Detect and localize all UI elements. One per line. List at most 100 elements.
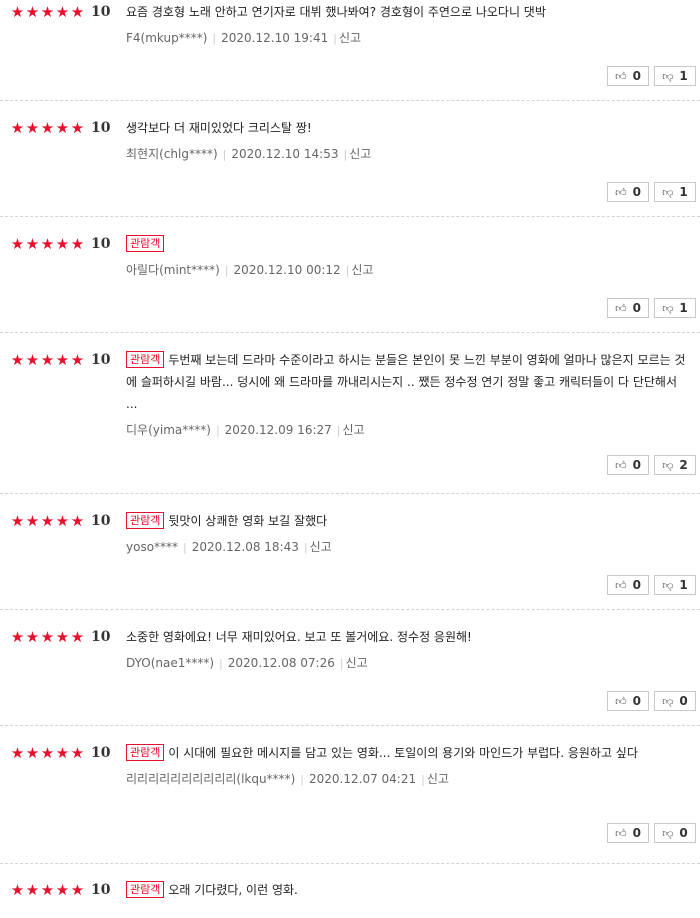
star-icon: ★ — [40, 351, 55, 369]
star-icon: ★ — [10, 235, 25, 253]
thumbs-down-icon: 👎︎ — [662, 185, 674, 199]
vote-buttons: 👍︎ 0 👎︎ 1 — [607, 298, 696, 318]
star-icon: ★ — [70, 235, 85, 253]
divider: | — [303, 541, 308, 554]
thumbs-up-icon: 👍︎ — [615, 578, 627, 592]
review-date: 2020.12.09 16:27 — [224, 423, 332, 437]
thumbs-up-icon: 👍︎ — [615, 826, 627, 840]
star-icon: ★ — [25, 235, 40, 253]
review-date: 2020.12.10 19:41 — [221, 31, 329, 45]
star-icon: ★ — [25, 119, 40, 137]
star-icon: ★ — [70, 351, 85, 369]
star-icon: ★ — [70, 512, 85, 530]
report-link[interactable]: 신고 — [346, 656, 368, 670]
report-link[interactable]: 신고 — [342, 423, 364, 437]
reviewer-name[interactable]: 최현지(chlg****) — [126, 147, 218, 161]
report-link[interactable]: 신고 — [339, 31, 361, 45]
reviewer-name[interactable]: DYO(nae1****) — [126, 656, 214, 670]
like-count: 0 — [632, 578, 641, 592]
star-icon: ★ — [25, 881, 40, 899]
rating-score: 10 — [91, 236, 111, 252]
report-link[interactable]: 신고 — [351, 263, 373, 277]
review-comment: 요즘 경호형 노래 안하고 연기자로 대뷔 했나봐여? 경호형이 주연으로 나오… — [126, 5, 546, 19]
review-meta: 디우(yima****) | 2020.12.09 16:27 | 신고 — [126, 423, 692, 438]
dislike-button[interactable]: 👎︎ 2 — [654, 455, 696, 475]
like-button[interactable]: 👍︎ 0 — [607, 575, 649, 595]
star-icon: ★ — [55, 235, 70, 253]
dislike-count: 1 — [679, 301, 688, 315]
rating-score: 10 — [91, 629, 111, 645]
star-icon: ★ — [40, 235, 55, 253]
report-link[interactable]: 신고 — [427, 772, 449, 786]
star-icon: ★ — [40, 119, 55, 137]
dislike-button[interactable]: 👎︎ 0 — [654, 823, 696, 843]
review-comment: 오래 기다렸다, 이런 영화. — [168, 883, 298, 897]
dislike-button[interactable]: 👎︎ 1 — [654, 66, 696, 86]
divider: | — [339, 657, 344, 670]
star-icon: ★ — [40, 881, 55, 899]
rating-score: 10 — [91, 120, 111, 136]
reviewer-name[interactable]: yoso**** — [126, 540, 178, 554]
report-link[interactable]: 신고 — [349, 147, 371, 161]
review-meta: 최현지(chlg****) | 2020.12.10 14:53 | 신고 — [126, 147, 692, 162]
report-link[interactable]: 신고 — [310, 540, 332, 554]
review-text: 관람객 뒷맛이 상쾌한 영화 보길 잘했다 — [126, 510, 692, 532]
viewer-badge: 관람객 — [126, 351, 165, 368]
like-button[interactable]: 👍︎ 0 — [607, 66, 649, 86]
review-comment: 생각보다 더 재미있었다 크리스탈 짱! — [126, 121, 312, 135]
thumbs-up-icon: 👍︎ — [615, 458, 627, 472]
vote-buttons: 👍︎ 0 👎︎ 1 — [607, 182, 696, 202]
reviewer-name[interactable]: 아릴다(mint****) — [126, 263, 220, 277]
rating-score: 10 — [91, 352, 111, 368]
star-icon: ★ — [25, 3, 40, 21]
review-item: ★ ★ ★ ★ ★ 10 관람객 아릴다(mint****) | 2020.12.10 00:12… — [0, 232, 700, 333]
review-comment: 소중한 영화에요! 너무 재미있어요. 보고 또 볼거에요. 정수정 응원해! — [126, 630, 472, 644]
dislike-button[interactable]: 👎︎ 1 — [654, 575, 696, 595]
review-text: 관람객 이 시대에 필요한 메시지를 담고 있는 영화... 토일이의 용기와 마… — [126, 742, 692, 764]
divider: | — [345, 264, 350, 277]
like-count: 0 — [632, 826, 641, 840]
viewer-badge: 관람객 — [126, 881, 165, 898]
reviewer-name[interactable]: F4(mkup****) — [126, 31, 207, 45]
review-item: ★ ★ ★ ★ ★ 10 요즘 경호형 노래 안하고 연기자로 대뷔 했나봐여? 경호형이 … — [0, 0, 700, 101]
star-icon: ★ — [55, 351, 70, 369]
review-date: 2020.12.10 14:53 — [231, 147, 339, 161]
rating-score: 10 — [91, 745, 111, 761]
like-button[interactable]: 👍︎ 0 — [607, 455, 649, 475]
thumbs-down-icon: 👎︎ — [662, 69, 674, 83]
dislike-button[interactable]: 👎︎ 1 — [654, 182, 696, 202]
dislike-button[interactable]: 👎︎ 0 — [654, 691, 696, 711]
review-meta: F4(mkup****) | 2020.12.10 19:41 | 신고 — [126, 31, 692, 46]
review-comment: 두번째 보는데 드라마 수준이라고 하시는 분들은 본인이 못 느낀 부분이 영… — [126, 353, 686, 411]
rating-score: 10 — [91, 513, 111, 529]
review-date: 2020.12.08 18:43 — [191, 540, 299, 554]
like-button[interactable]: 👍︎ 0 — [607, 298, 649, 318]
vote-buttons: 👍︎ 0 👎︎ 1 — [607, 66, 696, 86]
star-icon: ★ — [40, 3, 55, 21]
like-button[interactable]: 👍︎ 0 — [607, 182, 649, 202]
rating-stars: ★ ★ ★ ★ ★ 10 — [10, 628, 111, 646]
star-icon: ★ — [25, 744, 40, 762]
like-count: 0 — [632, 458, 641, 472]
star-icon: ★ — [25, 628, 40, 646]
rating-stars: ★ ★ ★ ★ ★ 10 — [10, 881, 111, 899]
like-button[interactable]: 👍︎ 0 — [607, 691, 649, 711]
divider: | — [421, 773, 425, 786]
dislike-button[interactable]: 👎︎ 1 — [654, 298, 696, 318]
star-icon: ★ — [10, 512, 25, 530]
review-item: ★ ★ ★ ★ ★ 10 관람객 뒷맛이 상쾌한 영화 보길 잘했다 yoso**** | 2020… — [0, 509, 700, 610]
review-text: 소중한 영화에요! 너무 재미있어요. 보고 또 볼거에요. 정수정 응원해! — [126, 626, 692, 648]
reviewer-name[interactable]: 디우(yima****) — [126, 423, 211, 437]
reviewer-name[interactable]: 리리리리리리리리리리(lkqu****) — [126, 772, 295, 786]
dislike-count: 1 — [679, 69, 688, 83]
thumbs-down-icon: 👎︎ — [662, 826, 674, 840]
like-button[interactable]: 👍︎ 0 — [607, 823, 649, 843]
star-icon: ★ — [25, 351, 40, 369]
star-icon: ★ — [40, 628, 55, 646]
rating-stars: ★ ★ ★ ★ ★ 10 — [10, 3, 111, 21]
dislike-count: 2 — [679, 458, 688, 472]
star-icon: ★ — [10, 628, 25, 646]
star-icon: ★ — [10, 119, 25, 137]
like-count: 0 — [632, 69, 641, 83]
rating-stars: ★ ★ ★ ★ ★ 10 — [10, 512, 111, 530]
